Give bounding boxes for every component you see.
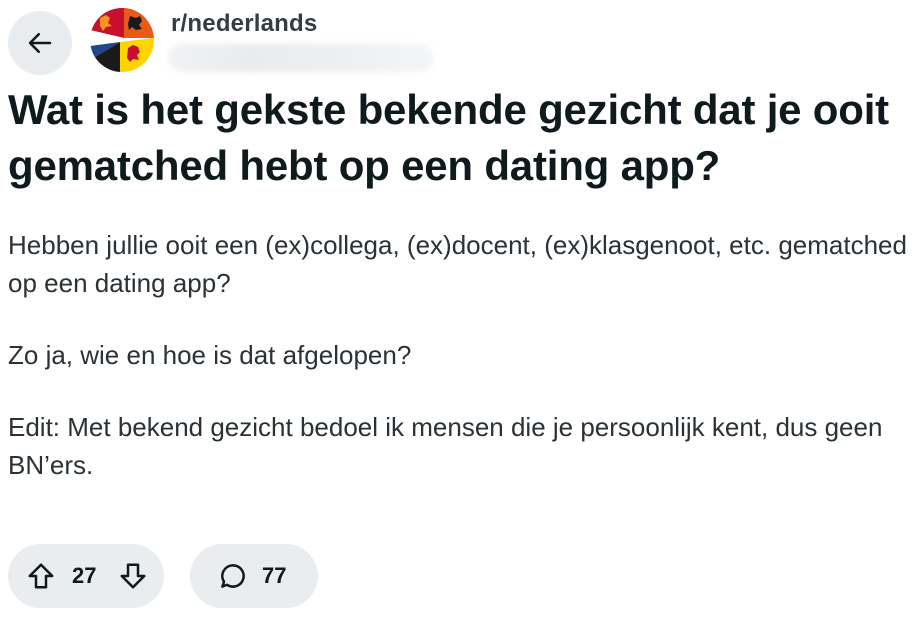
post-paragraph: Hebben jullie ooit een (ex)collega, (ex)…: [8, 230, 907, 298]
vote-bar: 27: [8, 544, 164, 608]
post-header: r/nederlands: [8, 8, 908, 76]
comment-bubble-icon: [218, 561, 248, 591]
downvote-button[interactable]: [116, 559, 150, 593]
arrow-left-icon: [25, 28, 55, 58]
back-button[interactable]: [8, 11, 72, 75]
subreddit-name[interactable]: r/nederlands: [171, 10, 317, 38]
upvote-arrow-icon: [26, 561, 56, 591]
post-body: Hebben jullie ooit een (ex)collega, (ex)…: [8, 226, 920, 518]
post-paragraph: Zo ja, wie en hoe is dat afgelopen?: [8, 340, 412, 370]
redacted-username: [168, 44, 434, 72]
vote-count: 27: [72, 563, 97, 588]
downvote-arrow-icon: [118, 561, 148, 591]
subreddit-avatar[interactable]: [90, 8, 154, 72]
upvote-button[interactable]: [24, 559, 58, 593]
comment-icon-wrap: [216, 559, 250, 593]
comments-button[interactable]: 77: [190, 544, 318, 608]
post-paragraph: Edit: Met bekend gezicht bedoel ik mense…: [8, 412, 883, 480]
post-title: Wat is het gekste bekende gezicht dat je…: [8, 86, 889, 189]
subreddit-flag-lion-icon: [90, 8, 154, 72]
comment-count: 77: [262, 563, 287, 588]
